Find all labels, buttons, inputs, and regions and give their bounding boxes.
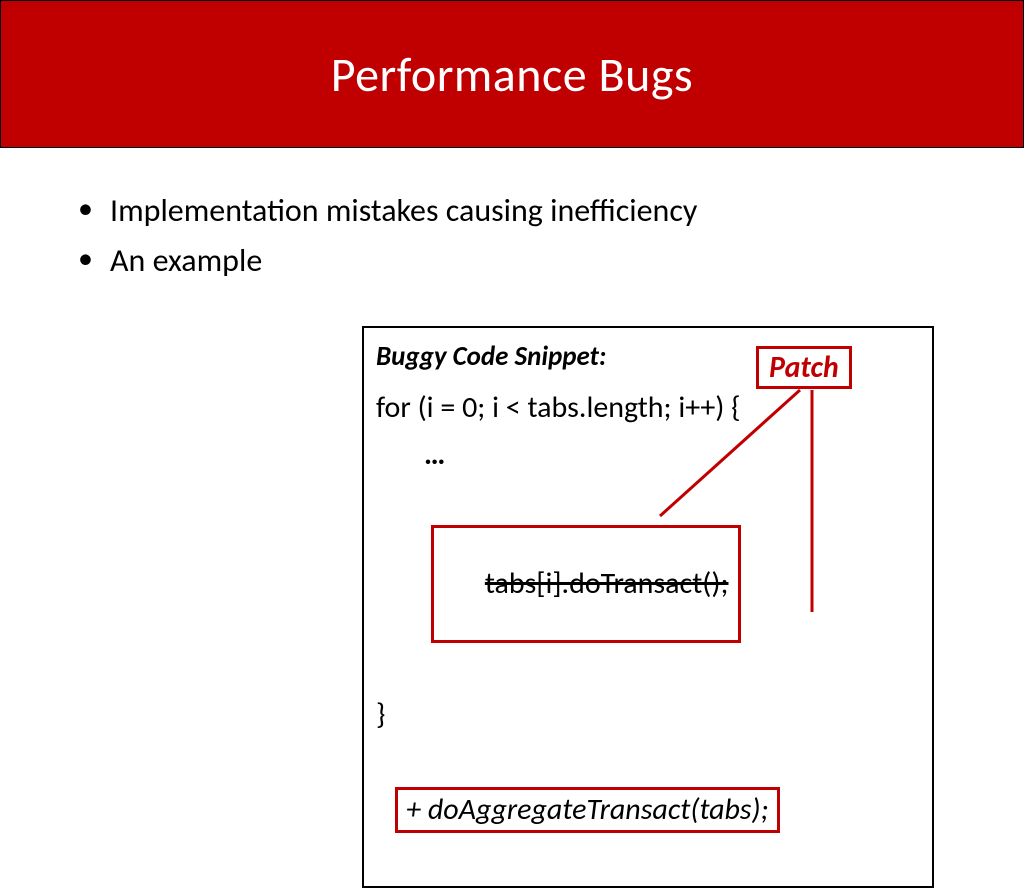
added-call-box: + doAggregateTransact(tabs); [395, 787, 779, 834]
removed-call-text: tabs[i].doTransact(); [485, 565, 729, 602]
code-added-line: + doAggregateTransact(tabs); [376, 738, 920, 880]
code-removed-line: tabs[i].doTransact(); [376, 478, 920, 692]
removed-call-box: tabs[i].doTransact(); [431, 525, 741, 644]
bullet-item: An example [92, 236, 960, 286]
code-ellipsis: … [376, 432, 920, 479]
code-snippet-box: Buggy Code Snippet: for (i = 0; i < tabs… [362, 326, 934, 888]
body-area: Implementation mistakes causing ineffici… [0, 148, 1024, 285]
bullet-item: Implementation mistakes causing ineffici… [92, 186, 960, 236]
patch-label: Patch [756, 346, 852, 389]
title-bar: Performance Bugs [0, 0, 1024, 148]
code-close-brace: } [376, 692, 920, 739]
bullet-list: Implementation mistakes causing ineffici… [92, 186, 960, 285]
code-line-for: for (i = 0; i < tabs.length; i++) { [376, 385, 920, 432]
slide-title: Performance Bugs [331, 45, 693, 104]
